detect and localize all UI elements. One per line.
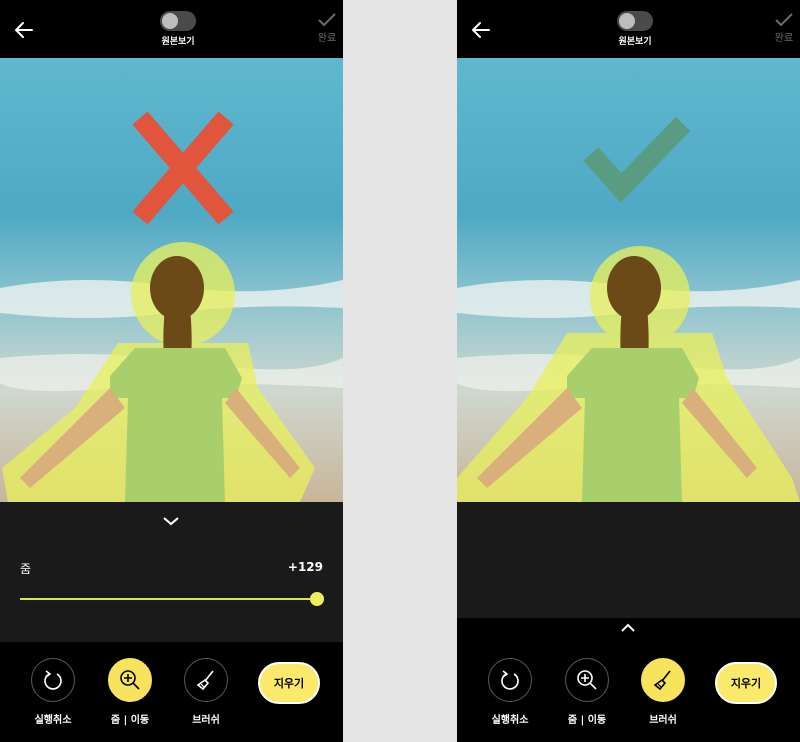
done-button[interactable]: 완료 [772, 12, 796, 44]
chevron-down-icon[interactable] [162, 516, 180, 526]
brush-button-circle [641, 658, 685, 702]
zoom-in-icon [577, 670, 597, 690]
back-arrow-icon[interactable] [469, 18, 493, 42]
brush-icon [196, 670, 214, 691]
original-view-label: 원본보기 [618, 37, 652, 47]
brush-label: 브러쉬 [649, 715, 677, 726]
original-view-toggle[interactable] [617, 11, 653, 31]
editor-screen-wrong-example: 원본보기 완료 줌 +129 실행취소 줌 | 이동 브러쉬 지우기 [0, 0, 343, 742]
zoom-move-button-circle [565, 658, 609, 702]
zoom-slider-thumb[interactable] [310, 592, 324, 606]
back-arrow-icon[interactable] [12, 18, 36, 42]
done-button[interactable]: 완료 [315, 12, 339, 44]
bottom-toolbar: 실행취소 줌 | 이동 브러쉬 지우기 [457, 642, 800, 742]
editor-screen-correct-example: 원본보기 완료 실행취소 줌 | 이동 브러쉬 지우기 [457, 0, 800, 742]
original-view-label: 원본보기 [161, 37, 195, 47]
photo-canvas[interactable] [0, 58, 343, 502]
brush-label: 브러쉬 [192, 715, 220, 726]
brush-button[interactable]: 브러쉬 [176, 658, 236, 726]
zoom-move-button-circle [108, 658, 152, 702]
done-label: 완료 [317, 33, 337, 44]
zoom-move-button[interactable]: 줌 | 이동 [557, 658, 617, 726]
undo-label: 실행취소 [491, 715, 529, 726]
zoom-slider-track[interactable] [20, 598, 318, 600]
toggle-knob [162, 13, 178, 29]
zoom-label: 줌 [20, 562, 32, 576]
photo-canvas[interactable] [457, 58, 800, 502]
undo-button[interactable]: 실행취소 [23, 658, 83, 726]
undo-button-circle [31, 658, 75, 702]
undo-icon [44, 670, 62, 690]
zoom-move-label: 줌 | 이동 [110, 715, 150, 726]
erase-button[interactable]: 지우기 [258, 662, 320, 704]
brush-icon [653, 670, 671, 691]
zoom-in-icon [120, 670, 140, 690]
undo-icon [501, 670, 519, 690]
zoom-move-button[interactable]: 줌 | 이동 [100, 658, 160, 726]
check-icon [318, 13, 336, 27]
undo-label: 실행취소 [34, 715, 72, 726]
zoom-panel: 줌 +129 [0, 502, 343, 642]
zoom-value: +129 [287, 560, 323, 574]
collapsed-panel [457, 502, 800, 618]
zoom-move-label: 줌 | 이동 [567, 715, 607, 726]
toggle-knob [619, 13, 635, 29]
top-bar: 원본보기 완료 [457, 0, 800, 58]
brush-button[interactable]: 브러쉬 [633, 658, 693, 726]
done-label: 완료 [774, 33, 794, 44]
erase-button[interactable]: 지우기 [715, 662, 777, 704]
check-icon [775, 13, 793, 27]
brush-button-circle [184, 658, 228, 702]
original-view-toggle[interactable] [160, 11, 196, 31]
undo-button-circle [488, 658, 532, 702]
undo-button[interactable]: 실행취소 [480, 658, 540, 726]
bottom-toolbar: 실행취소 줌 | 이동 브러쉬 지우기 [0, 642, 343, 742]
top-bar: 원본보기 완료 [0, 0, 343, 58]
chevron-up-icon[interactable] [620, 623, 636, 633]
